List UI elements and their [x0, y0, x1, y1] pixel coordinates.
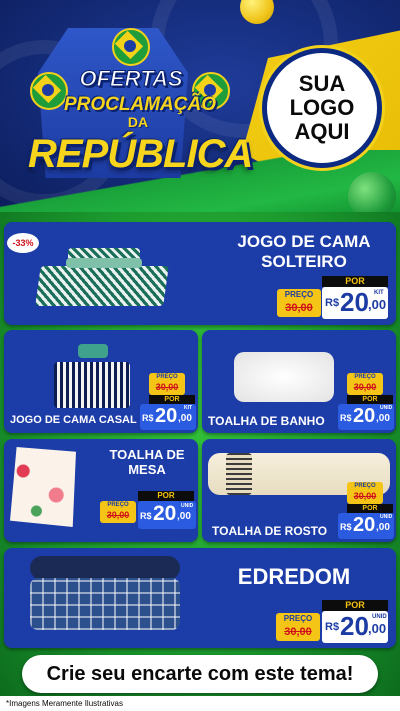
price-decimal: ,00: [178, 413, 192, 424]
old-price-tag: PREÇO 30,00: [276, 613, 320, 641]
header-banner: OFERTAS PROCLAMAÇÃO DA REPÚBLICA SUA LOG…: [0, 0, 400, 212]
currency: R$: [340, 413, 352, 423]
product-card-toalha-banho[interactable]: TOALHA DE BANHO PREÇO 30,00 POR R$ 20 ,0…: [202, 330, 396, 433]
title-ofertas: OFERTAS: [79, 66, 183, 92]
current-price-tag: R$ 20 ,00 UNID: [338, 513, 394, 539]
create-flyer-button[interactable]: Crie seu encarte com este tema!: [22, 655, 378, 693]
por-label: POR: [149, 395, 195, 404]
old-price-tag: PREÇO 30,00: [100, 501, 136, 523]
price-unit: UNID: [181, 503, 194, 509]
product-name: TOALHA DE ROSTO: [212, 524, 328, 538]
price-decimal: ,00: [376, 522, 390, 533]
product-card-toalha-rosto[interactable]: TOALHA DE ROSTO PREÇO 30,00 POR R$ 20 ,0…: [202, 439, 396, 542]
product-card-edredom[interactable]: EDREDOM POR PREÇO 30,00 R$ 20 ,00 UNID: [4, 548, 396, 648]
currency: R$: [140, 511, 152, 521]
old-price: 30,00: [155, 382, 179, 392]
old-price-tag: PREÇO 30,00: [347, 482, 383, 504]
disclaimer-text: *Imagens Meramente Ilustrativas: [6, 699, 123, 708]
balloon-green: [348, 172, 396, 212]
logo-placeholder[interactable]: SUA LOGO AQUI: [262, 48, 382, 168]
title-da: DA: [127, 114, 149, 130]
currency: R$: [340, 522, 352, 532]
price-decimal: ,00: [368, 297, 387, 312]
currency: R$: [142, 413, 154, 423]
product-image-pillow: [78, 344, 108, 358]
price-decimal: ,00: [376, 413, 390, 424]
product-image-towel-border: [226, 453, 252, 495]
price-decimal: ,00: [177, 511, 191, 522]
price-unit: UNID: [380, 514, 393, 520]
brazil-flag-icon: [112, 28, 150, 66]
old-price-tag: PREÇO 30,00: [277, 289, 321, 317]
current-price-tag: R$ 20 ,00 UNID: [138, 501, 196, 529]
price-integer: 20: [153, 502, 177, 525]
current-price-tag: R$ 20 ,00 KIT: [140, 404, 196, 430]
price-unit: UNID: [372, 614, 387, 620]
por-label: POR: [347, 395, 393, 404]
old-price: 30,00: [353, 491, 377, 501]
current-price-tag: R$ 20 ,00 UNID: [322, 611, 388, 643]
price-decimal: ,00: [368, 621, 387, 636]
discount-badge: -33%: [7, 233, 39, 253]
product-name: JOGO DE CAMA SOLTEIRO: [214, 232, 394, 272]
price-integer: 20: [340, 287, 369, 317]
por-label: POR: [347, 504, 393, 513]
title-republica: REPÚBLICA: [28, 132, 253, 176]
price-label: PREÇO: [284, 290, 314, 299]
product-image-tablecloth: [10, 447, 76, 527]
logo-text-line: SUA: [298, 71, 346, 96]
product-card-jogo-cama-casal[interactable]: JOGO DE CAMA CASAL PREÇO 30,00 POR R$ 20…: [4, 330, 198, 433]
por-label: POR: [322, 600, 388, 611]
product-image-comforter: [30, 578, 180, 630]
product-name: TOALHA DE BANHO: [208, 414, 325, 428]
old-price: 30,00: [353, 382, 377, 392]
price-integer: 20: [155, 405, 178, 427]
product-name: TOALHA DE MESA: [104, 447, 190, 477]
price-label: PREÇO: [156, 374, 178, 380]
product-card-jogo-cama-solteiro[interactable]: JOGO DE CAMA SOLTEIRO POR PREÇO 30,00 R$…: [4, 222, 396, 325]
title-proclamacao: PROCLAMAÇÃO: [64, 94, 216, 115]
logo-text-line: AQUI: [294, 119, 350, 144]
product-name-line: SOLTEIRO: [261, 252, 347, 271]
current-price-tag: R$ 20 ,00 KIT: [322, 287, 388, 319]
currency: R$: [325, 621, 340, 633]
old-price: 30,00: [106, 510, 130, 520]
price-integer: 20: [340, 611, 369, 641]
logo-text-line: LOGO: [289, 95, 355, 120]
product-image-sheets: [35, 266, 169, 306]
por-label: POR: [138, 491, 194, 501]
product-name-line: MESA: [128, 462, 166, 477]
old-price-tag: PREÇO 30,00: [347, 373, 383, 395]
current-price-tag: R$ 20 ,00 UNID: [338, 404, 394, 430]
product-card-toalha-mesa[interactable]: TOALHA DE MESA PREÇO 30,00 POR R$ 20 ,00…: [4, 439, 198, 542]
price-integer: 20: [353, 514, 376, 536]
product-name-line: TOALHA DE: [109, 447, 185, 462]
product-name: JOGO DE CAMA CASAL: [10, 414, 137, 426]
old-price: 30,00: [285, 302, 313, 314]
old-price: 30,00: [284, 626, 312, 638]
por-label: POR: [322, 276, 388, 287]
price-label: PREÇO: [107, 502, 129, 508]
currency: R$: [325, 297, 340, 309]
product-name: EDREDOM: [237, 564, 351, 589]
price-unit: KIT: [184, 405, 193, 411]
product-image-sheets: [54, 362, 130, 408]
old-price-tag: PREÇO 30,00: [149, 373, 185, 395]
price-integer: 20: [353, 405, 376, 427]
price-label: PREÇO: [283, 614, 313, 623]
price-unit: KIT: [374, 290, 384, 296]
product-image-fold: [66, 258, 142, 268]
product-name-line: JOGO DE CAMA: [237, 232, 371, 251]
price-label: PREÇO: [354, 374, 376, 380]
product-image-comforter-top: [30, 556, 180, 580]
product-image-towel: [234, 352, 334, 402]
price-unit: UNID: [380, 405, 393, 411]
price-label: PREÇO: [354, 483, 376, 489]
